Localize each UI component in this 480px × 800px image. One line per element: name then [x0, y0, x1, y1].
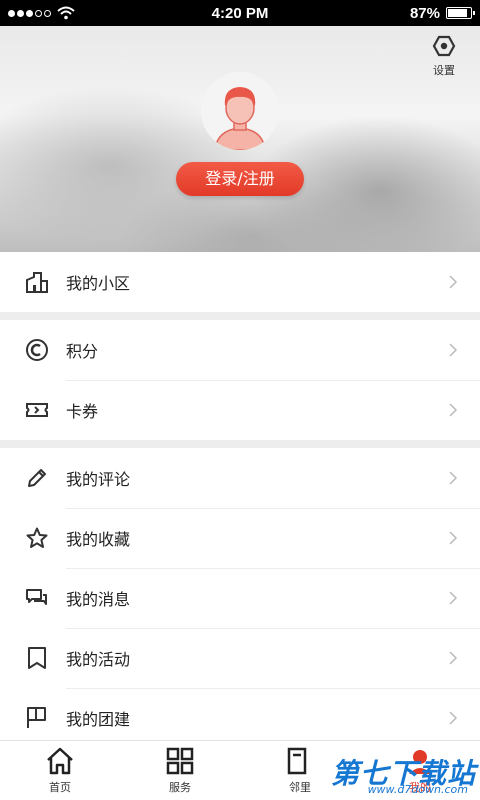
menu-item-label: 我的消息	[66, 590, 131, 609]
settings-label: 设置	[433, 64, 455, 77]
chevron-right-icon	[449, 275, 458, 289]
chevron-right-icon	[449, 471, 458, 485]
bottom-tab-bar: 首页 服务 邻里 我的	[0, 740, 480, 800]
building-icon	[26, 272, 48, 293]
status-right: 87%	[322, 4, 475, 22]
tab-label: 首页	[49, 781, 71, 794]
signal-strength-icon	[8, 9, 51, 17]
menu-item-my-messages[interactable]: 我的消息	[0, 568, 480, 628]
chevron-right-icon	[449, 403, 458, 417]
menu-item-my-community[interactable]: 我的小区	[0, 252, 480, 312]
menu-item-label: 卡券	[66, 402, 99, 421]
menu-item-my-comments[interactable]: 我的评论	[0, 448, 480, 508]
profile-icon	[409, 750, 431, 774]
menu-item-coupons[interactable]: 卡券	[0, 380, 480, 440]
star-icon	[26, 527, 48, 548]
section-divider	[0, 312, 480, 320]
login-register-button[interactable]: 登录/注册	[176, 162, 304, 196]
menu-item-my-team-building[interactable]: 我的团建	[0, 688, 480, 748]
battery-icon	[446, 7, 475, 19]
chevron-right-icon	[449, 531, 458, 545]
battery-percent: 87%	[409, 4, 440, 22]
menu-item-my-favorites[interactable]: 我的收藏	[0, 508, 480, 568]
chat-icon	[26, 589, 47, 605]
pencil-icon	[28, 469, 46, 487]
tab-services[interactable]: 服务	[120, 741, 240, 800]
tab-label: 服务	[169, 781, 191, 794]
bookmark-icon	[28, 647, 46, 669]
tab-label: 我的	[409, 781, 431, 794]
settings-button[interactable]: 设置	[426, 34, 462, 78]
default-avatar-icon	[201, 72, 279, 150]
menu-item-label: 我的收藏	[66, 530, 131, 549]
tab-home[interactable]: 首页	[0, 741, 120, 800]
menu-item-points[interactable]: 积分	[0, 320, 480, 380]
chevron-right-icon	[449, 711, 458, 725]
chevron-right-icon	[449, 591, 458, 605]
chevron-right-icon	[449, 651, 458, 665]
menu-item-label: 我的小区	[66, 274, 131, 293]
profile-header: 设置 登录/注册	[0, 26, 480, 252]
status-bar: 4:20 PM 87%	[0, 0, 480, 26]
tab-label: 邻里	[289, 781, 311, 794]
menu-item-label: 我的评论	[66, 470, 131, 489]
menu-item-my-activities[interactable]: 我的活动	[0, 628, 480, 688]
menu-item-label: 积分	[66, 342, 99, 361]
ticket-icon	[26, 403, 48, 417]
status-time: 4:20 PM	[211, 4, 269, 22]
profile-menu: 我的小区 积分 卡券 我的评论 我的收藏 我的消息 我的活动 我的团建	[0, 252, 480, 748]
section-divider	[0, 440, 480, 448]
grid-icon	[166, 747, 194, 775]
menu-item-label: 我的活动	[66, 650, 131, 669]
chevron-right-icon	[449, 343, 458, 357]
flag-icon	[27, 707, 46, 728]
community-icon	[287, 747, 307, 775]
status-left	[8, 6, 158, 20]
gear-icon	[432, 35, 456, 57]
tab-mine[interactable]: 我的	[360, 741, 480, 800]
tab-community[interactable]: 邻里	[240, 741, 360, 800]
points-coin-icon	[26, 339, 48, 361]
wifi-icon	[57, 6, 75, 20]
home-icon	[47, 747, 73, 775]
avatar[interactable]	[201, 72, 279, 150]
menu-item-label: 我的团建	[66, 710, 131, 729]
